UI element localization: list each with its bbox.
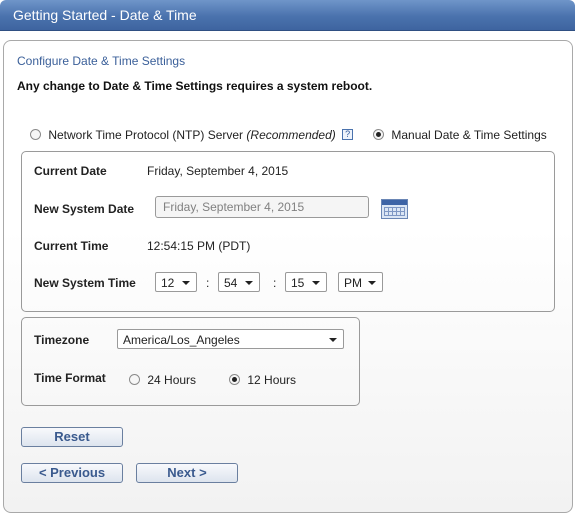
current-time-value: 12:54:15 PM (PDT) <box>147 239 251 253</box>
format-12-label: 12 Hours <box>247 372 297 387</box>
chevron-down-icon <box>329 338 337 342</box>
second-value: 15 <box>291 276 305 290</box>
format-24-radio[interactable] <box>129 374 140 386</box>
current-date-value: Friday, September 4, 2015 <box>147 164 289 178</box>
ntp-recommended: (Recommended) <box>246 127 336 142</box>
timezone-label: Timezone <box>34 333 90 347</box>
manual-radio[interactable] <box>373 129 384 141</box>
minute-select[interactable]: 54 <box>218 272 260 292</box>
help-icon[interactable]: ? <box>342 129 354 141</box>
ntp-radio[interactable] <box>30 129 41 141</box>
reset-button[interactable]: Reset <box>21 427 123 447</box>
window-title: Getting Started - Date & Time <box>13 7 197 23</box>
chevron-down-icon <box>368 281 376 285</box>
format-12-radio[interactable] <box>229 374 240 386</box>
second-select[interactable]: 15 <box>285 272 327 292</box>
minute-value: 54 <box>224 276 238 290</box>
ntp-option[interactable]: Network Time Protocol (NTP) Server (Reco… <box>30 127 354 142</box>
calendar-icon[interactable] <box>381 199 408 219</box>
hour-value: 12 <box>161 276 175 290</box>
chevron-down-icon <box>182 281 190 285</box>
manual-option[interactable]: Manual Date & Time Settings <box>373 127 547 142</box>
format-24-option[interactable]: 24 Hours <box>129 372 196 387</box>
title-bar: Getting Started - Date & Time <box>0 0 575 31</box>
new-date-field[interactable]: Friday, September 4, 2015 <box>155 196 369 218</box>
reboot-warning: Any change to Date & Time Settings requi… <box>17 79 373 93</box>
timezone-box: Timezone America/Los_Angeles Time Format… <box>21 317 360 406</box>
new-date-label: New System Date <box>34 202 135 216</box>
section-title: Configure Date & Time Settings <box>17 54 186 68</box>
chevron-down-icon <box>245 281 253 285</box>
new-time-label: New System Time <box>34 276 136 290</box>
format-24-label: 24 Hours <box>147 372 197 387</box>
time-separator: : <box>273 276 277 290</box>
current-time-label: Current Time <box>34 239 109 253</box>
next-button[interactable]: Next > <box>136 463 238 483</box>
timezone-value: America/Los_Angeles <box>123 333 240 347</box>
ntp-label: Network Time Protocol (NTP) Server <box>48 127 244 142</box>
ampm-select[interactable]: PM <box>338 272 383 292</box>
chevron-down-icon <box>312 281 320 285</box>
hour-select[interactable]: 12 <box>155 272 197 292</box>
time-format-label: Time Format <box>34 371 106 385</box>
manual-label: Manual Date & Time Settings <box>391 127 547 142</box>
current-date-label: Current Date <box>34 164 107 178</box>
format-12-option[interactable]: 12 Hours <box>229 372 296 387</box>
previous-button[interactable]: < Previous <box>21 463 123 483</box>
date-time-box: Current Date Friday, September 4, 2015 N… <box>21 151 555 312</box>
ampm-value: PM <box>344 276 362 290</box>
date-time-panel: Configure Date & Time Settings Any chang… <box>3 40 573 513</box>
time-separator: : <box>206 276 210 290</box>
timezone-select[interactable]: America/Los_Angeles <box>117 329 344 349</box>
